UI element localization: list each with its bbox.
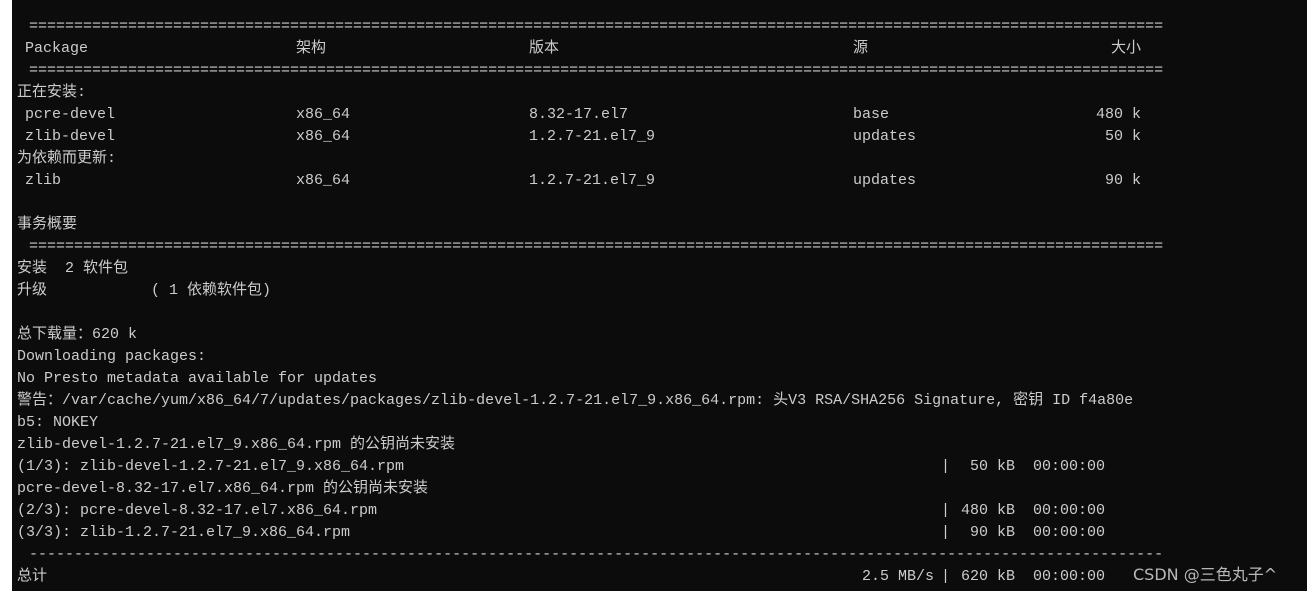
log-line: Downloading packages: (17, 348, 207, 365)
package-name: zlib-devel (25, 128, 116, 145)
dep-update-label: 为依赖而更新: (17, 150, 117, 167)
header-repo: 源 (853, 40, 869, 57)
download-name: (3/3): zlib-1.2.7-21.el7_9.x86_64.rpm (17, 524, 351, 541)
log-warning: b5: NOKEY (17, 414, 99, 431)
separator-dash: ----------------------------------------… (29, 546, 1163, 563)
download-bar: | (941, 502, 951, 519)
total-speed: 2.5 MB/s (861, 568, 934, 585)
total-label: 总计 (17, 568, 48, 585)
package-version: 8.32-17.el7 (529, 106, 629, 123)
download-time: 00:00:00 (1033, 524, 1106, 541)
total-size: 620 kB (960, 568, 1015, 585)
download-time: 00:00:00 (1033, 458, 1106, 475)
terminal[interactable]: ========================================… (12, 0, 1307, 591)
package-repo: base (853, 106, 890, 123)
package-version: 1.2.7-21.el7_9 (529, 128, 656, 145)
watermark: CSDN @三色丸子^ (1133, 565, 1278, 584)
package-arch: x86_64 (296, 128, 351, 145)
header-version: 版本 (529, 40, 560, 57)
package-name: pcre-devel (25, 106, 116, 123)
download-time: 00:00:00 (1033, 502, 1106, 519)
download-size: 50 kB (969, 458, 1015, 475)
summary-upgrade-value: ( 1 依赖软件包) (151, 282, 272, 299)
separator-double: ========================================… (29, 238, 1163, 255)
total-time: 00:00:00 (1033, 568, 1106, 585)
download-bar: | (941, 524, 951, 541)
header-package: Package (25, 40, 89, 57)
log-warning: 警告：/var/cache/yum/x86_64/7/updates/packa… (17, 392, 1134, 409)
package-version: 1.2.7-21.el7_9 (529, 172, 656, 189)
summary-upgrade-label: 升级 (17, 282, 48, 299)
download-name: (1/3): zlib-devel-1.2.7-21.el7_9.x86_64.… (17, 458, 405, 475)
summary-title: 事务概要 (17, 216, 78, 233)
download-size: 90 kB (969, 524, 1015, 541)
package-repo: updates (853, 172, 917, 189)
summary-install: 安装 2 软件包 (17, 260, 129, 277)
header-arch: 架构 (296, 40, 327, 57)
download-bar: | (941, 458, 951, 475)
log-line: pcre-devel-8.32-17.el7.x86_64.rpm 的公钥尚未安… (17, 480, 429, 497)
package-name: zlib (25, 172, 62, 189)
download-name: (2/3): pcre-devel-8.32-17.el7.x86_64.rpm (17, 502, 378, 519)
package-arch: x86_64 (296, 106, 351, 123)
header-size: 大小 (1110, 40, 1141, 57)
download-bar: | (941, 568, 951, 585)
download-size: 480 kB (960, 502, 1015, 519)
package-repo: updates (853, 128, 917, 145)
log-line: zlib-devel-1.2.7-21.el7_9.x86_64.rpm 的公钥… (17, 436, 456, 453)
package-arch: x86_64 (296, 172, 351, 189)
summary-total-download: 总下载量：620 k (17, 326, 138, 343)
package-size: 480 k (1095, 106, 1141, 123)
package-size: 50 k (1104, 128, 1141, 145)
package-size: 90 k (1104, 172, 1141, 189)
separator-double: ========================================… (29, 18, 1163, 35)
separator-double: ========================================… (29, 62, 1163, 79)
log-line: No Presto metadata available for updates (17, 370, 378, 387)
installing-label: 正在安装: (17, 84, 87, 101)
